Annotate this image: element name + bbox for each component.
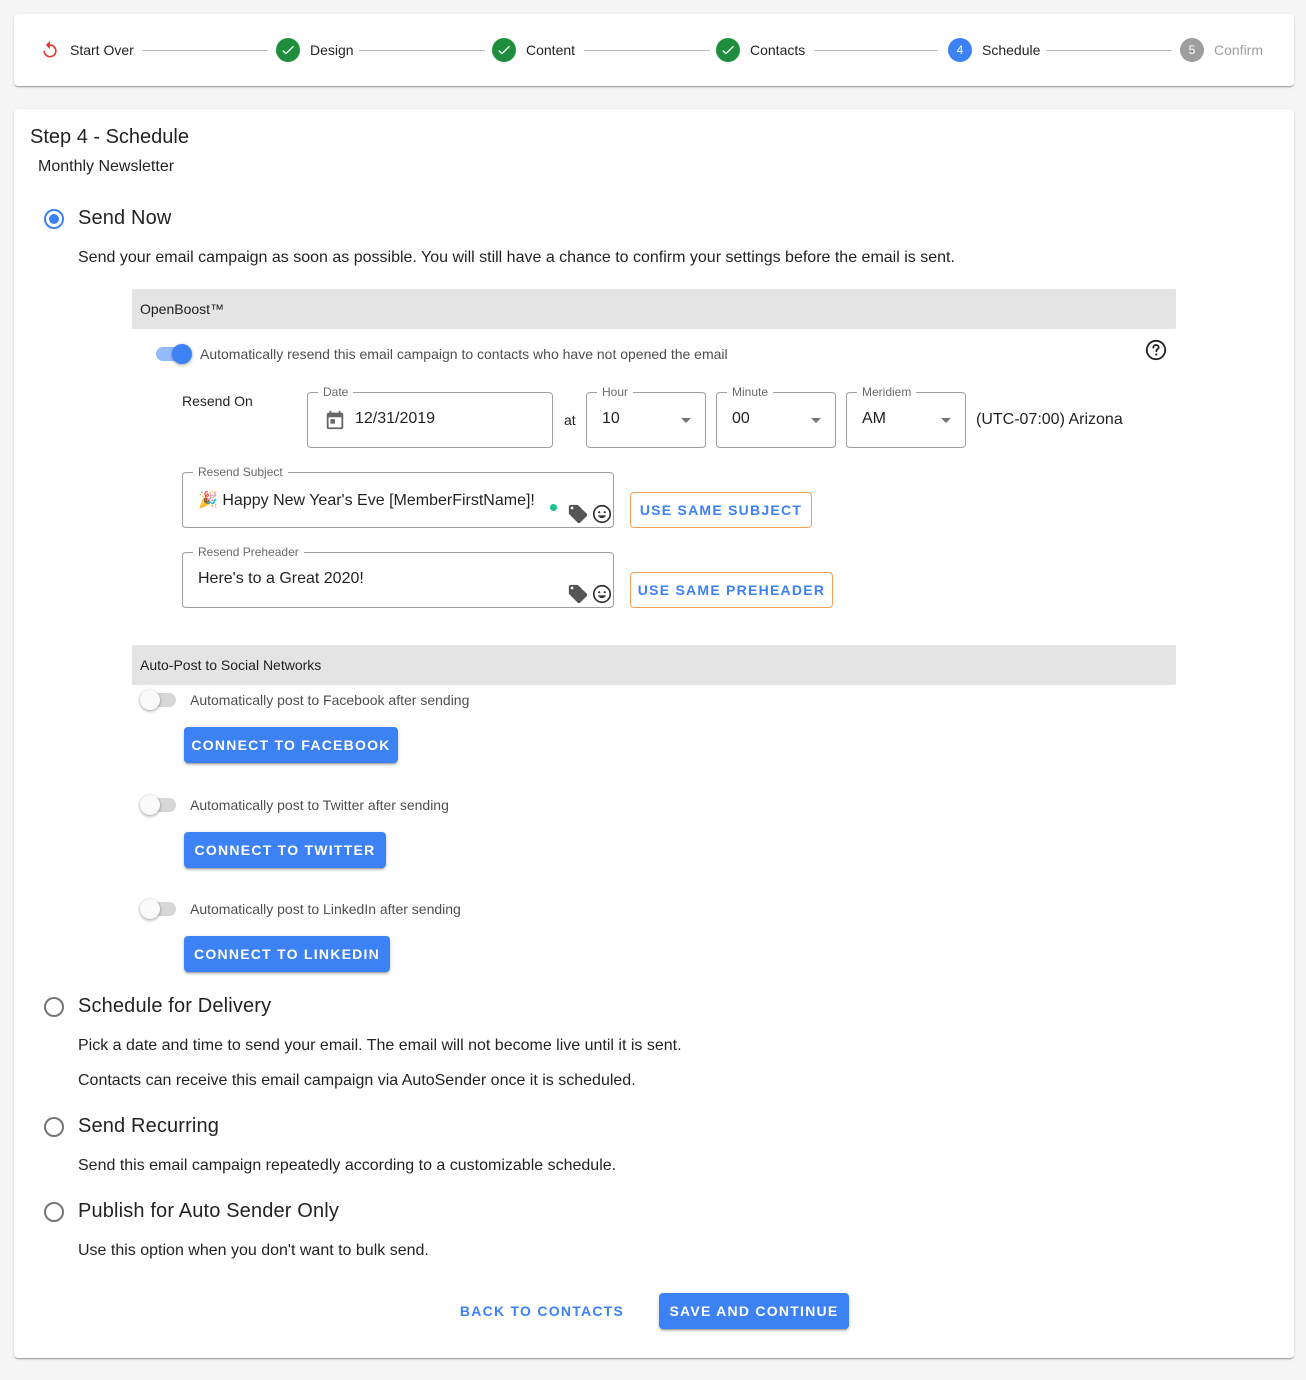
step-connector <box>584 50 710 51</box>
dropdown-caret-icon <box>681 418 691 423</box>
check-icon <box>492 38 516 62</box>
twitter-toggle[interactable] <box>140 795 176 815</box>
resend-on-label: Resend On <box>182 393 253 409</box>
step-number: 5 <box>1180 38 1204 62</box>
social-header: Auto-Post to Social Networks <box>132 645 1176 685</box>
step-connector <box>1046 50 1172 51</box>
toggle-thumb <box>172 344 192 364</box>
tag-icon[interactable] <box>567 583 589 605</box>
subject-legend: Resend Subject <box>193 465 288 479</box>
resend-subject-field[interactable]: Resend Subject 🎉 Happy New Year's Eve [M… <box>182 465 614 528</box>
resend-preheader-field[interactable]: Resend Preheader Here's to a Great 2020! <box>182 545 614 608</box>
check-icon <box>276 38 300 62</box>
date-field[interactable]: Date 12/31/2019 <box>307 385 553 448</box>
page-title: Step 4 - Schedule <box>30 126 189 148</box>
linkedin-toggle[interactable] <box>140 899 176 919</box>
connect-linkedin-button[interactable]: CONNECT TO LINKEDIN <box>184 936 390 972</box>
recurring-description: Send this email campaign repeatedly acco… <box>78 1157 617 1174</box>
subject-value: 🎉 Happy New Year's Eve [MemberFirstName]… <box>198 492 535 509</box>
hour-legend: Hour <box>597 385 634 399</box>
dropdown-caret-icon <box>811 418 821 423</box>
step-number: 4 <box>948 38 972 62</box>
step-connector <box>142 50 268 51</box>
meridiem-select[interactable]: Meridiem AM <box>846 385 966 448</box>
meridiem-value: AM <box>862 410 886 427</box>
schedule-radio[interactable] <box>44 997 64 1017</box>
autosender-description: Use this option when you don't want to b… <box>78 1242 429 1259</box>
step-design[interactable]: Design <box>276 38 354 62</box>
preheader-legend: Resend Preheader <box>193 545 304 559</box>
openboost-toggle-label: Automatically resend this email campaign… <box>200 346 728 362</box>
step-content[interactable]: Content <box>492 38 575 62</box>
recurring-title[interactable]: Send Recurring <box>78 1115 219 1138</box>
schedule-card: Step 4 - Schedule Monthly Newsletter Sen… <box>14 109 1294 1358</box>
start-over-label: Start Over <box>70 42 134 58</box>
date-legend: Date <box>318 385 354 399</box>
dropdown-caret-icon <box>941 418 951 423</box>
emoji-icon[interactable] <box>591 583 613 605</box>
minute-select[interactable]: Minute 00 <box>716 385 836 448</box>
step-connector <box>814 50 938 51</box>
check-icon <box>716 38 740 62</box>
openboost-toggle[interactable] <box>154 344 192 364</box>
minute-value: 00 <box>732 410 750 427</box>
date-value: 12/31/2019 <box>355 410 436 427</box>
preheader-value: Here's to a Great 2020! <box>198 570 364 587</box>
toggle-thumb <box>140 899 160 919</box>
emoji-icon[interactable] <box>591 503 613 525</box>
schedule-description: Pick a date and time to send your email.… <box>78 1037 682 1054</box>
twitter-toggle-label: Automatically post to Twitter after send… <box>190 797 449 813</box>
step-confirm[interactable]: 5 Confirm <box>1180 38 1263 62</box>
hour-select[interactable]: Hour 10 <box>586 385 706 448</box>
connect-facebook-button[interactable]: CONNECT TO FACEBOOK <box>184 727 398 763</box>
step-label: Schedule <box>982 42 1041 58</box>
step-start-over[interactable]: Start Over <box>40 38 134 62</box>
step-contacts[interactable]: Contacts <box>716 38 805 62</box>
step-connector <box>359 50 485 51</box>
facebook-toggle-label: Automatically post to Facebook after sen… <box>190 692 470 708</box>
send-now-radio[interactable] <box>44 209 64 229</box>
calendar-icon <box>326 410 344 430</box>
restart-icon <box>43 40 57 58</box>
openboost-header: OpenBoost™ <box>132 289 1176 329</box>
use-same-preheader-button[interactable]: USE SAME PREHEADER <box>630 572 833 608</box>
timezone-label: (UTC-07:00) Arizona <box>976 411 1123 428</box>
status-dot <box>550 504 557 511</box>
step-schedule[interactable]: 4 Schedule <box>948 38 1040 62</box>
tag-icon[interactable] <box>567 503 589 525</box>
linkedin-toggle-label: Automatically post to LinkedIn after sen… <box>190 901 461 917</box>
send-now-title[interactable]: Send Now <box>78 207 171 230</box>
schedule-description-autosender: Contacts can receive this email campaign… <box>78 1072 636 1089</box>
help-circle-icon[interactable] <box>1144 338 1168 362</box>
step-label: Design <box>310 42 354 58</box>
toggle-thumb <box>140 690 160 710</box>
step-label: Confirm <box>1214 42 1264 58</box>
recurring-radio[interactable] <box>44 1117 64 1137</box>
send-now-description: Send your email campaign as soon as poss… <box>78 249 955 266</box>
at-label: at <box>564 412 576 428</box>
connect-twitter-button[interactable]: CONNECT TO TWITTER <box>184 832 386 868</box>
back-to-contacts-button[interactable]: BACK TO CONTACTS <box>458 1293 626 1329</box>
save-and-continue-button[interactable]: SAVE AND CONTINUE <box>659 1293 849 1329</box>
hour-value: 10 <box>602 410 620 427</box>
campaign-name: Monthly Newsletter <box>38 158 175 175</box>
stepper: Start Over Design Content Contacts 4 Sch… <box>14 14 1294 86</box>
autosender-radio[interactable] <box>44 1202 64 1222</box>
step-label: Content <box>526 42 576 58</box>
use-same-subject-button[interactable]: USE SAME SUBJECT <box>630 492 812 528</box>
facebook-toggle[interactable] <box>140 690 176 710</box>
meridiem-legend: Meridiem <box>857 385 917 399</box>
schedule-title[interactable]: Schedule for Delivery <box>78 995 271 1018</box>
toggle-thumb <box>140 795 160 815</box>
autosender-title[interactable]: Publish for Auto Sender Only <box>78 1200 339 1223</box>
minute-legend: Minute <box>727 385 774 399</box>
step-label: Contacts <box>750 42 806 58</box>
